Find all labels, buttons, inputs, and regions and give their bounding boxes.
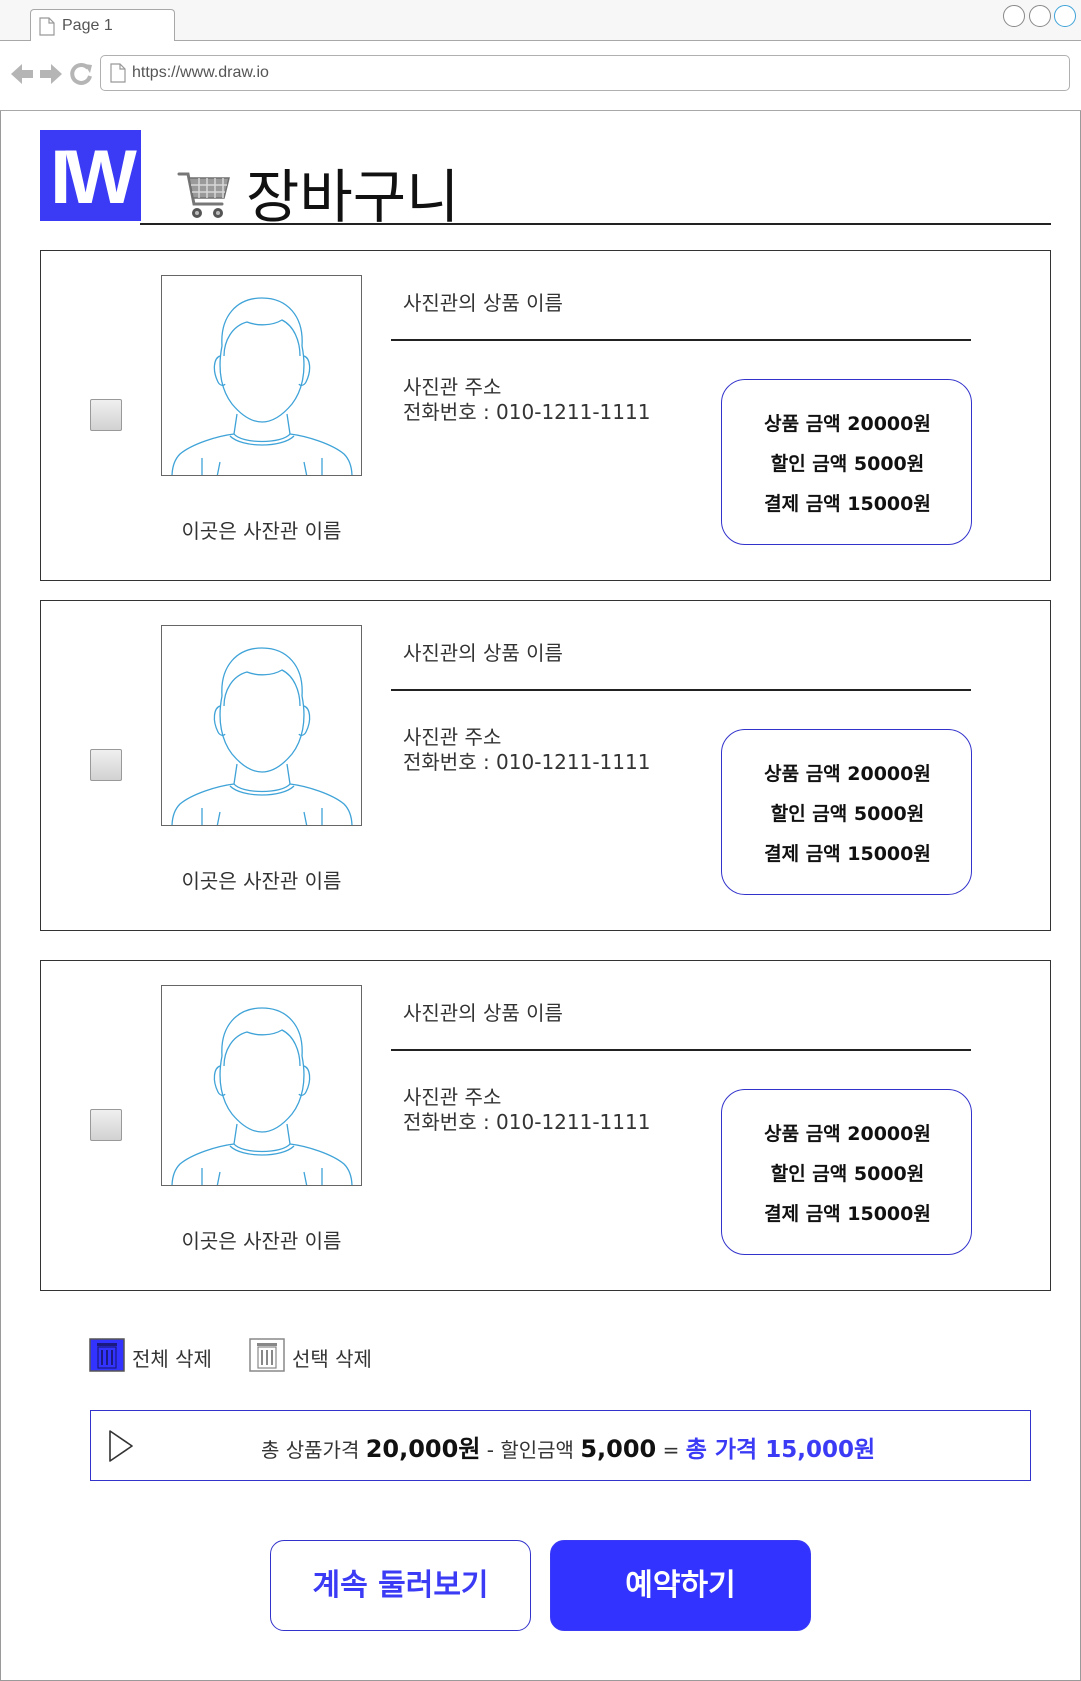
- forward-arrow-icon[interactable]: [38, 61, 64, 87]
- studio-name: 이곳은 사잔관 이름: [181, 519, 342, 543]
- shopping-cart-icon: [177, 172, 230, 218]
- payment-price: 결제 금액 15000원: [764, 493, 931, 515]
- window-button-3[interactable]: [1054, 5, 1076, 27]
- minus-sign: -: [486, 1438, 494, 1462]
- tab-bar: Page 1: [0, 0, 1081, 42]
- studio-address: 사진관 주소: [403, 725, 502, 749]
- total-value: 20,000원: [365, 1435, 481, 1463]
- play-icon: [109, 1430, 133, 1462]
- tab-label: Page 1: [62, 17, 113, 34]
- delete-all-label: 전체 삭제: [132, 1347, 212, 1371]
- studio-name: 이곳은 사잔관 이름: [181, 869, 342, 893]
- studio-name: 이곳은 사잔관 이름: [181, 1229, 342, 1253]
- browser-tab[interactable]: Page 1: [30, 9, 175, 42]
- logo-text: IW: [50, 135, 137, 220]
- studio-phone: 전화번호 : 010-1211-1111: [403, 750, 651, 774]
- card-divider: [391, 689, 971, 691]
- studio-address: 사진관 주소: [403, 375, 502, 399]
- discount-label: 할인금액: [500, 1438, 574, 1462]
- reserve-button[interactable]: 예약하기: [550, 1540, 811, 1631]
- trash-icon: [249, 1338, 285, 1372]
- user-avatar-icon: [171, 647, 353, 825]
- delete-selected-label: 선택 삭제: [292, 1347, 372, 1371]
- studio-phone: 전화번호 : 010-1211-1111: [403, 1110, 651, 1134]
- studio-photo: [161, 275, 362, 476]
- discount-price: 할인 금액 5000원: [770, 453, 925, 475]
- reload-icon[interactable]: [68, 61, 94, 87]
- discount-price: 할인 금액 5000원: [770, 1163, 925, 1185]
- price-box: 상품 금액 20000원 할인 금액 5000원 결제 금액 15000원: [721, 379, 972, 545]
- window-button-2[interactable]: [1029, 5, 1051, 27]
- studio-phone: 전화번호 : 010-1211-1111: [403, 400, 651, 424]
- navigation-bar: https://www.draw.io: [0, 41, 1081, 111]
- price-box: 상품 금액 20000원 할인 금액 5000원 결제 금액 15000원: [721, 1089, 972, 1255]
- product-name[interactable]: 사진관의 상품 이름: [403, 997, 563, 1026]
- payment-price: 결제 금액 15000원: [764, 843, 931, 865]
- product-name[interactable]: 사진관의 상품 이름: [403, 287, 563, 316]
- price-summary: 총 상품가격 20,000원 - 할인금액 5,000 = 총 가격 15,00…: [90, 1410, 1031, 1481]
- payment-price: 결제 금액 15000원: [764, 1203, 931, 1225]
- studio-photo: [161, 985, 362, 1186]
- cart-item: 이곳은 사잔관 이름 사진관의 상품 이름 사진관 주소 전화번호 : 010-…: [40, 960, 1051, 1291]
- card-divider: [391, 339, 971, 341]
- discount-value: 5,000: [580, 1435, 657, 1463]
- address-bar[interactable]: https://www.draw.io: [100, 55, 1070, 91]
- user-avatar-icon: [171, 1007, 353, 1185]
- back-arrow-icon[interactable]: [9, 61, 35, 87]
- title-divider: [140, 223, 1051, 225]
- product-price: 상품 금액 20000원: [764, 1123, 931, 1145]
- summary-text: 총 상품가격 20,000원 - 할인금액 5,000 = 총 가격 15,00…: [261, 1429, 875, 1464]
- equals-sign: =: [662, 1438, 680, 1462]
- window-button-1[interactable]: [1003, 5, 1025, 27]
- price-box: 상품 금액 20000원 할인 금액 5000원 결제 금액 15000원: [721, 729, 972, 895]
- cart-item: 이곳은 사잔관 이름 사진관의 상품 이름 사진관 주소 전화번호 : 010-…: [40, 600, 1051, 931]
- product-name[interactable]: 사진관의 상품 이름: [403, 637, 563, 666]
- page-icon: [39, 17, 55, 36]
- user-avatar-icon: [171, 297, 353, 475]
- page-title: 장바구니: [246, 163, 460, 231]
- studio-photo: [161, 625, 362, 826]
- total-label: 총 상품가격: [261, 1438, 360, 1462]
- item-checkbox[interactable]: [90, 1109, 122, 1141]
- item-checkbox[interactable]: [90, 749, 122, 781]
- product-price: 상품 금액 20000원: [764, 763, 931, 785]
- continue-shopping-button[interactable]: 계속 둘러보기: [270, 1540, 531, 1631]
- discount-price: 할인 금액 5000원: [770, 803, 925, 825]
- url-text: https://www.draw.io: [132, 64, 269, 81]
- cart-item: 이곳은 사잔관 이름 사진관의 상품 이름 사진관 주소 전화번호 : 010-…: [40, 250, 1051, 581]
- logo[interactable]: IW: [40, 130, 141, 221]
- trash-icon: [89, 1338, 125, 1372]
- item-checkbox[interactable]: [90, 399, 122, 431]
- card-divider: [391, 1049, 971, 1051]
- studio-address: 사진관 주소: [403, 1085, 502, 1109]
- page-icon: [110, 63, 126, 83]
- final-total: 총 가격 15,000원: [685, 1437, 876, 1463]
- product-price: 상품 금액 20000원: [764, 413, 931, 435]
